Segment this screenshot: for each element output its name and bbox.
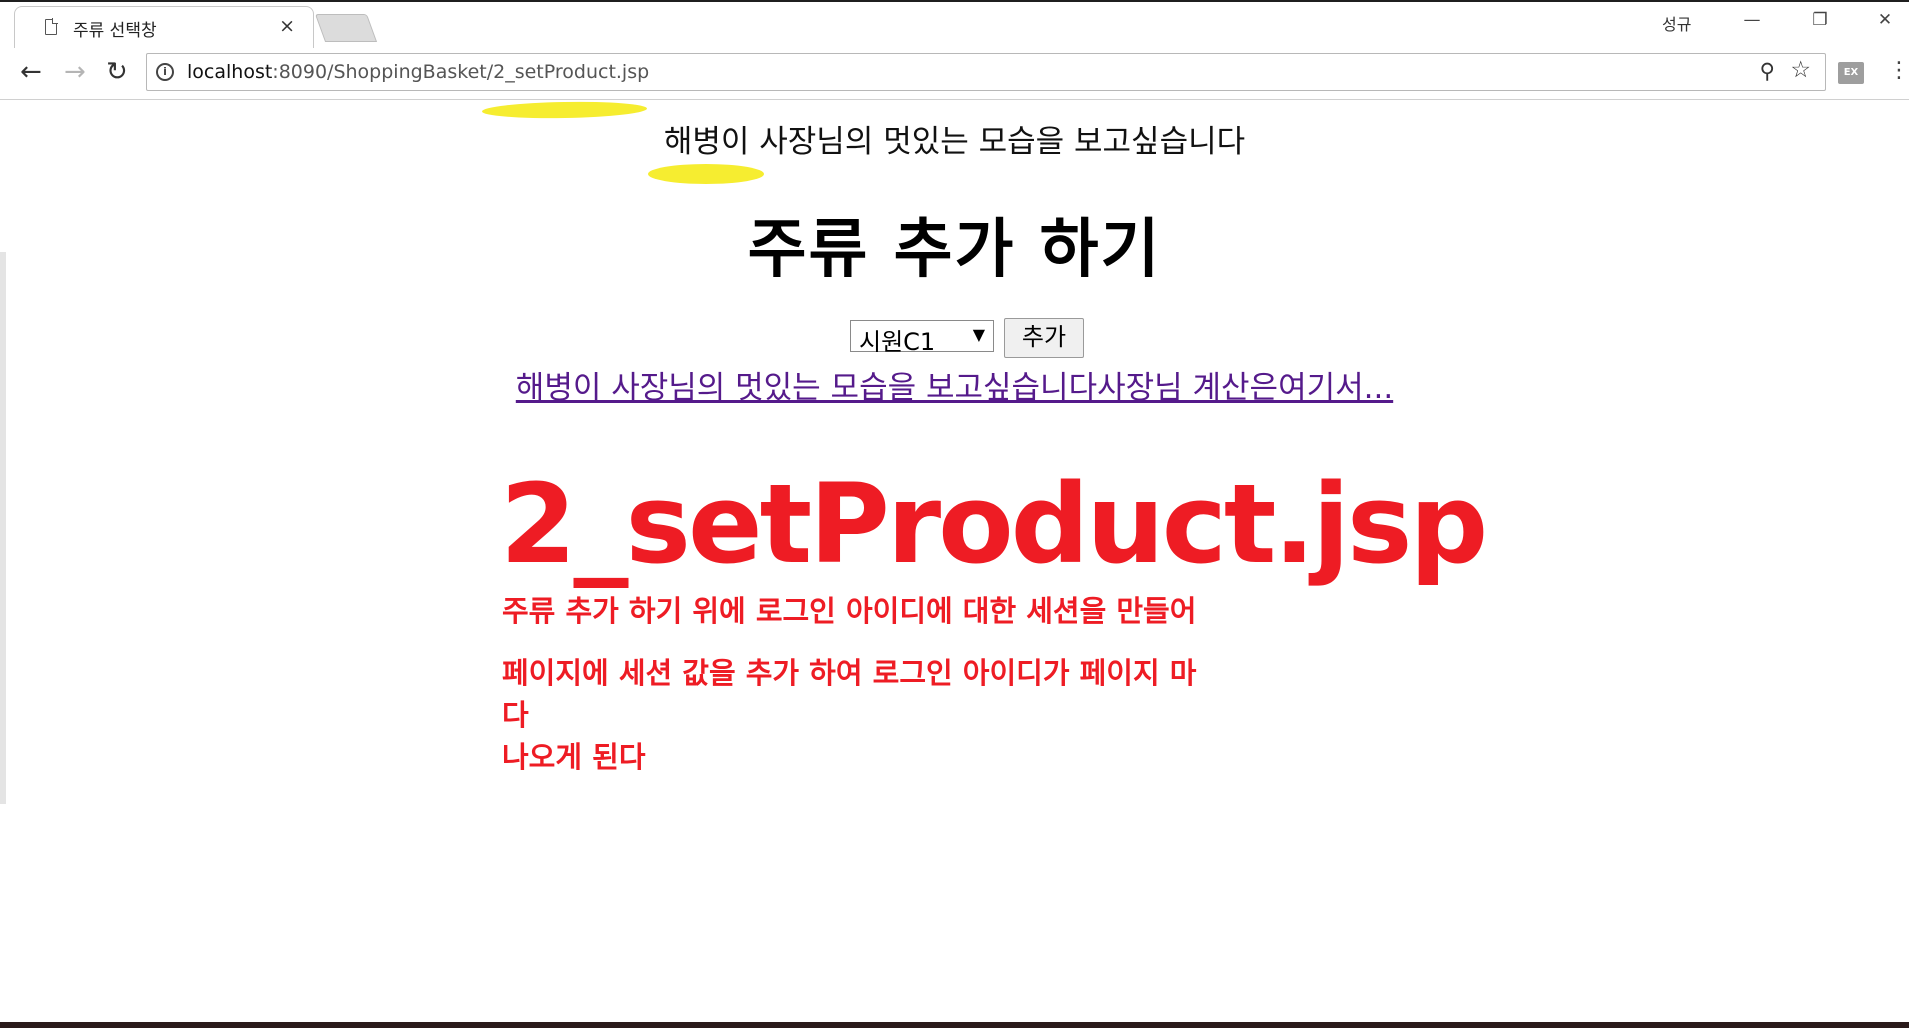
browser-tab[interactable]: 주류 선택창 × — [14, 6, 314, 50]
taskbar-edge — [0, 1022, 1909, 1028]
page-heading: 주류 추가 하기 — [747, 213, 1162, 287]
checkout-link[interactable]: 해병이 사장님의 멋있는 모습을 보고싶습니다사장님 계산은여기서... — [0, 362, 1909, 407]
zoom-icon[interactable]: ⚲ — [1760, 59, 1775, 83]
product-select-value: 시원C1 — [859, 328, 936, 356]
annotation-line: 다 — [502, 698, 529, 732]
annotation-line: 페이지에 세션 값을 추가 하여 로그인 아이디가 페이지 마 — [502, 656, 1197, 690]
new-tab-button[interactable] — [314, 14, 378, 42]
dropdown-arrow-icon: ▼ — [972, 325, 985, 344]
url-host: localhost — [187, 61, 273, 83]
forward-arrow-icon[interactable]: → — [64, 57, 86, 87]
url-text[interactable]: localhost:8090/ShoppingBasket/2_setProdu… — [187, 61, 649, 83]
menu-icon[interactable]: ⋮ — [1888, 58, 1909, 83]
bookmark-star-icon[interactable]: ☆ — [1790, 57, 1811, 83]
reload-icon[interactable]: ↻ — [106, 57, 128, 87]
browser-toolbar: ← → ↻ i localhost:8090/ShoppingBasket/2_… — [0, 48, 1909, 100]
address-bar[interactable]: i localhost:8090/ShoppingBasket/2_setPro… — [146, 53, 1826, 91]
annotation-line: 나오게 된다 — [502, 740, 646, 774]
add-button[interactable]: 추가 — [1004, 318, 1084, 358]
minimize-icon[interactable]: — — [1737, 10, 1767, 30]
tab-close-icon[interactable]: × — [279, 15, 295, 37]
annotation-title: 2_setProduct.jsp — [500, 460, 1488, 588]
profile-name[interactable]: 성규 — [1662, 11, 1691, 35]
product-select[interactable]: 시원C1 ▼ — [850, 320, 994, 356]
back-arrow-icon[interactable]: ← — [20, 57, 42, 87]
annotation-line: 주류 추가 하기 위에 로그인 아이디에 대한 세션을 만들어 — [502, 594, 1197, 628]
page-content: 해병이 사장님의 멋있는 모습을 보고싶습니다 주류 추가 하기 시원C1 ▼ … — [0, 100, 1909, 1022]
info-icon[interactable]: i — [156, 63, 174, 81]
url-path: :8090/ShoppingBasket/2_setProduct.jsp — [272, 61, 650, 83]
yellow-highlight-mark — [648, 164, 764, 184]
left-scroll-edge — [0, 252, 6, 804]
tab-title: 주류 선택창 — [73, 21, 157, 41]
window-close-icon[interactable]: ✕ — [1870, 10, 1900, 30]
restore-icon[interactable]: ❐ — [1805, 10, 1835, 30]
browser-titlebar: 주류 선택창 × 성규 — ❐ ✕ — [0, 0, 1909, 50]
page-icon — [45, 18, 58, 35]
greeting-text: 해병이 사장님의 멋있는 모습을 보고싶습니다 — [663, 124, 1246, 160]
extension-icon[interactable]: EX — [1838, 62, 1864, 84]
